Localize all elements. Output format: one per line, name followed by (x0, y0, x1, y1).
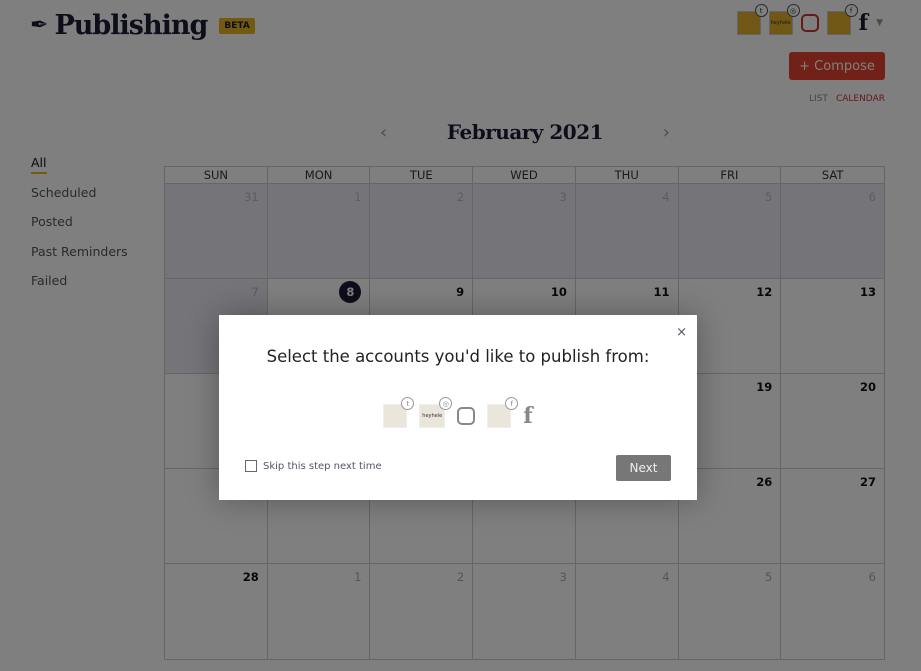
twitter-icon: t (401, 397, 415, 410)
account-avatar-facebook[interactable]: f (487, 397, 519, 428)
facebook-icon[interactable]: f (523, 403, 532, 429)
instagram-icon: ◎ (439, 397, 453, 410)
account-avatar-instagram[interactable]: heyhele◎ (419, 397, 453, 428)
close-icon[interactable]: × (676, 325, 687, 340)
account-select-modal: × Select the accounts you'd like to publ… (219, 315, 697, 500)
account-avatar-twitter[interactable]: t (383, 397, 415, 428)
modal-title: Select the accounts you'd like to publis… (266, 347, 650, 366)
facebook-icon: f (505, 397, 519, 410)
skip-step-checkbox[interactable]: Skip this step next time (245, 460, 382, 472)
checkbox[interactable] (245, 460, 257, 472)
instagram-icon[interactable] (457, 407, 476, 425)
next-button[interactable]: Next (616, 455, 671, 481)
